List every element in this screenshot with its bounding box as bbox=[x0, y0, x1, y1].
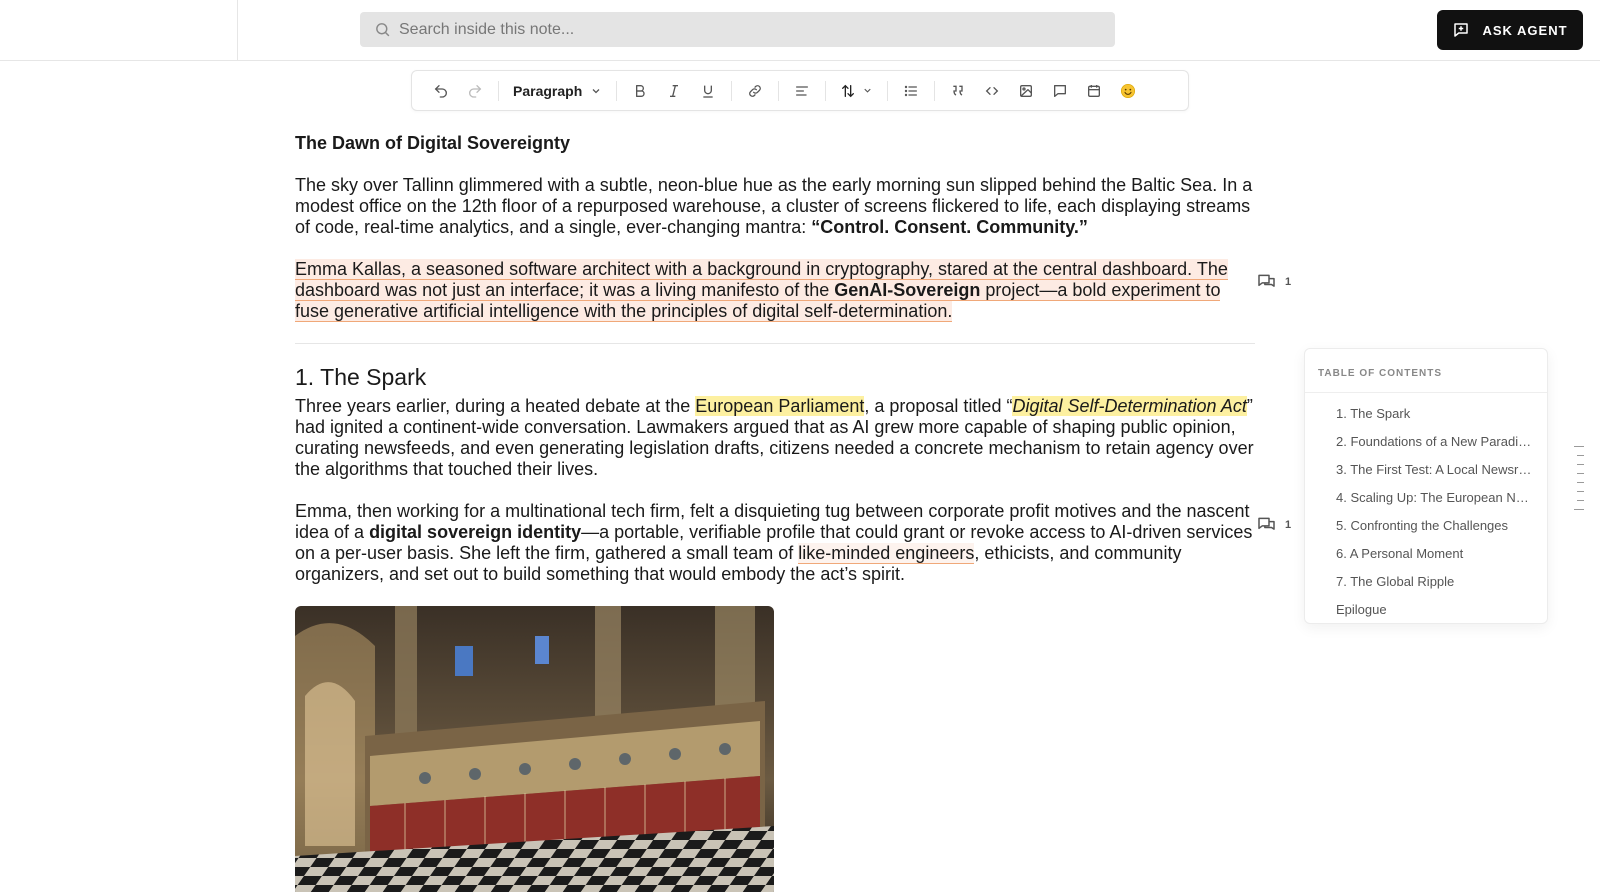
align-button[interactable] bbox=[785, 76, 819, 106]
undo-icon bbox=[434, 84, 447, 98]
minimap-tick bbox=[1577, 455, 1584, 456]
bullet-list-icon bbox=[905, 85, 918, 96]
link-button[interactable] bbox=[738, 76, 772, 106]
link-icon bbox=[749, 84, 762, 97]
minimap-tick bbox=[1574, 446, 1584, 447]
paragraph-emma: Emma, then working for a multinational t… bbox=[295, 501, 1255, 585]
toc-item[interactable]: 6. A Personal Moment bbox=[1305, 540, 1547, 568]
cathedral-choir-screen-image bbox=[295, 606, 774, 892]
toc-item[interactable]: 2. Foundations of a New Paradigm bbox=[1305, 428, 1547, 456]
highlighted-italic-text: Digital Self-Determination Act bbox=[1012, 396, 1247, 416]
bold-icon bbox=[636, 84, 645, 97]
paragraph-text: Three years earlier, during a heated deb… bbox=[295, 396, 696, 416]
search-input[interactable] bbox=[399, 20, 1059, 39]
search-icon bbox=[376, 23, 390, 37]
redo-button[interactable] bbox=[458, 76, 492, 106]
document-title: The Dawn of Digital Sovereignty bbox=[295, 133, 571, 153]
line-height-icon bbox=[842, 84, 855, 97]
table-of-contents: TABLE OF CONTENTS 1. The Spark 2. Founda… bbox=[1304, 348, 1548, 624]
calendar-button[interactable] bbox=[1077, 76, 1111, 106]
ask-agent-label: ASK AGENT bbox=[1482, 22, 1568, 38]
toc-item[interactable]: 4. Scaling Up: The European Network bbox=[1305, 484, 1547, 512]
toolbar-separator bbox=[825, 80, 827, 101]
search-bar[interactable] bbox=[360, 12, 1115, 47]
toc-item-epilogue[interactable]: Epilogue bbox=[1305, 596, 1547, 624]
comments-icon bbox=[1258, 274, 1275, 287]
chevron-down-icon bbox=[864, 88, 871, 93]
sidebar-divider bbox=[237, 0, 238, 61]
align-left-icon bbox=[796, 85, 809, 96]
minimap-tick bbox=[1574, 509, 1584, 510]
toc-item[interactable]: 5. Confronting the Challenges bbox=[1305, 512, 1547, 540]
comment-icon bbox=[1054, 84, 1067, 97]
minimap-tick bbox=[1577, 464, 1584, 465]
comment-button[interactable] bbox=[1043, 76, 1077, 106]
comment-count: 1 bbox=[1285, 519, 1292, 531]
comment-marker[interactable]: 1 bbox=[1256, 272, 1291, 292]
paragraph-text: The sky over Tallinn glimmered with a su… bbox=[295, 175, 1253, 237]
chevron-down-icon bbox=[592, 88, 600, 93]
block-type-label: Paragraph bbox=[513, 82, 583, 99]
commented-bold-text[interactable]: GenAI-Sovereign bbox=[834, 280, 981, 301]
underline-icon bbox=[703, 85, 713, 98]
paragraph-commented: Emma Kallas, a seasoned software archite… bbox=[295, 259, 1255, 322]
minimap-tick bbox=[1577, 491, 1584, 492]
toc-minimap[interactable] bbox=[1574, 446, 1584, 518]
image-button[interactable] bbox=[1009, 76, 1043, 106]
emoji-button[interactable] bbox=[1111, 76, 1145, 106]
underline-button[interactable] bbox=[691, 76, 725, 106]
code-icon bbox=[985, 86, 999, 95]
ask-agent-button[interactable]: ASK AGENT bbox=[1437, 10, 1583, 50]
toc-list: 1. The Spark 2. Foundations of a New Par… bbox=[1305, 393, 1547, 624]
italic-button[interactable] bbox=[657, 76, 691, 106]
toc-heading: TABLE OF CONTENTS bbox=[1305, 349, 1547, 393]
code-button[interactable] bbox=[975, 76, 1009, 106]
toolbar-separator bbox=[778, 80, 780, 101]
toolbar-separator bbox=[498, 80, 499, 101]
block-type-dropdown[interactable]: Paragraph bbox=[505, 76, 610, 106]
chat-plus-icon bbox=[1454, 23, 1469, 37]
section-heading: 1. The Spark bbox=[295, 364, 427, 390]
toolbar-separator bbox=[616, 80, 618, 101]
calendar-icon bbox=[1088, 84, 1101, 97]
paragraph-spark: Three years earlier, during a heated deb… bbox=[295, 396, 1255, 480]
undo-button[interactable] bbox=[424, 76, 458, 106]
editor-content[interactable]: The Dawn of Digital Sovereignty The sky … bbox=[295, 133, 1255, 892]
paragraph-text: , a proposal titled “ bbox=[864, 396, 1013, 416]
image-icon bbox=[1020, 84, 1033, 97]
comment-count: 1 bbox=[1285, 276, 1292, 288]
formatting-toolbar: Paragraph bbox=[411, 70, 1189, 111]
quote-icon bbox=[953, 85, 963, 96]
toolbar-separator bbox=[887, 80, 889, 101]
toolbar-separator bbox=[731, 80, 733, 101]
paragraph-intro: The sky over Tallinn glimmered with a su… bbox=[295, 175, 1255, 238]
redo-icon bbox=[469, 84, 482, 98]
comment-marker[interactable]: 1 bbox=[1256, 515, 1291, 535]
italic-icon bbox=[670, 84, 679, 97]
emoji-icon bbox=[1121, 83, 1136, 98]
highlighted-text: European Parliament bbox=[695, 396, 865, 416]
cathedral-image[interactable] bbox=[295, 606, 774, 892]
bold-text: digital sovereign identity bbox=[369, 522, 582, 542]
comments-icon bbox=[1258, 517, 1275, 530]
bullet-list-button[interactable] bbox=[894, 76, 928, 106]
quote-button[interactable] bbox=[941, 76, 975, 106]
toc-item[interactable]: 3. The First Test: A Local Newsroom bbox=[1305, 456, 1547, 484]
minimap-tick bbox=[1577, 500, 1584, 501]
commented-text[interactable]: like-minded engineers bbox=[798, 543, 975, 564]
toolbar-separator bbox=[934, 80, 936, 101]
bold-button[interactable] bbox=[623, 76, 657, 106]
minimap-tick bbox=[1577, 482, 1584, 483]
bold-text: “Control. Consent. Community.” bbox=[811, 217, 1088, 237]
top-bar: ASK AGENT bbox=[0, 0, 1600, 61]
line-height-dropdown[interactable] bbox=[832, 76, 881, 106]
horizontal-rule bbox=[295, 343, 1255, 344]
minimap-tick bbox=[1577, 473, 1584, 474]
toc-item[interactable]: 7. The Global Ripple bbox=[1305, 568, 1547, 596]
toc-item[interactable]: 1. The Spark bbox=[1305, 400, 1547, 428]
